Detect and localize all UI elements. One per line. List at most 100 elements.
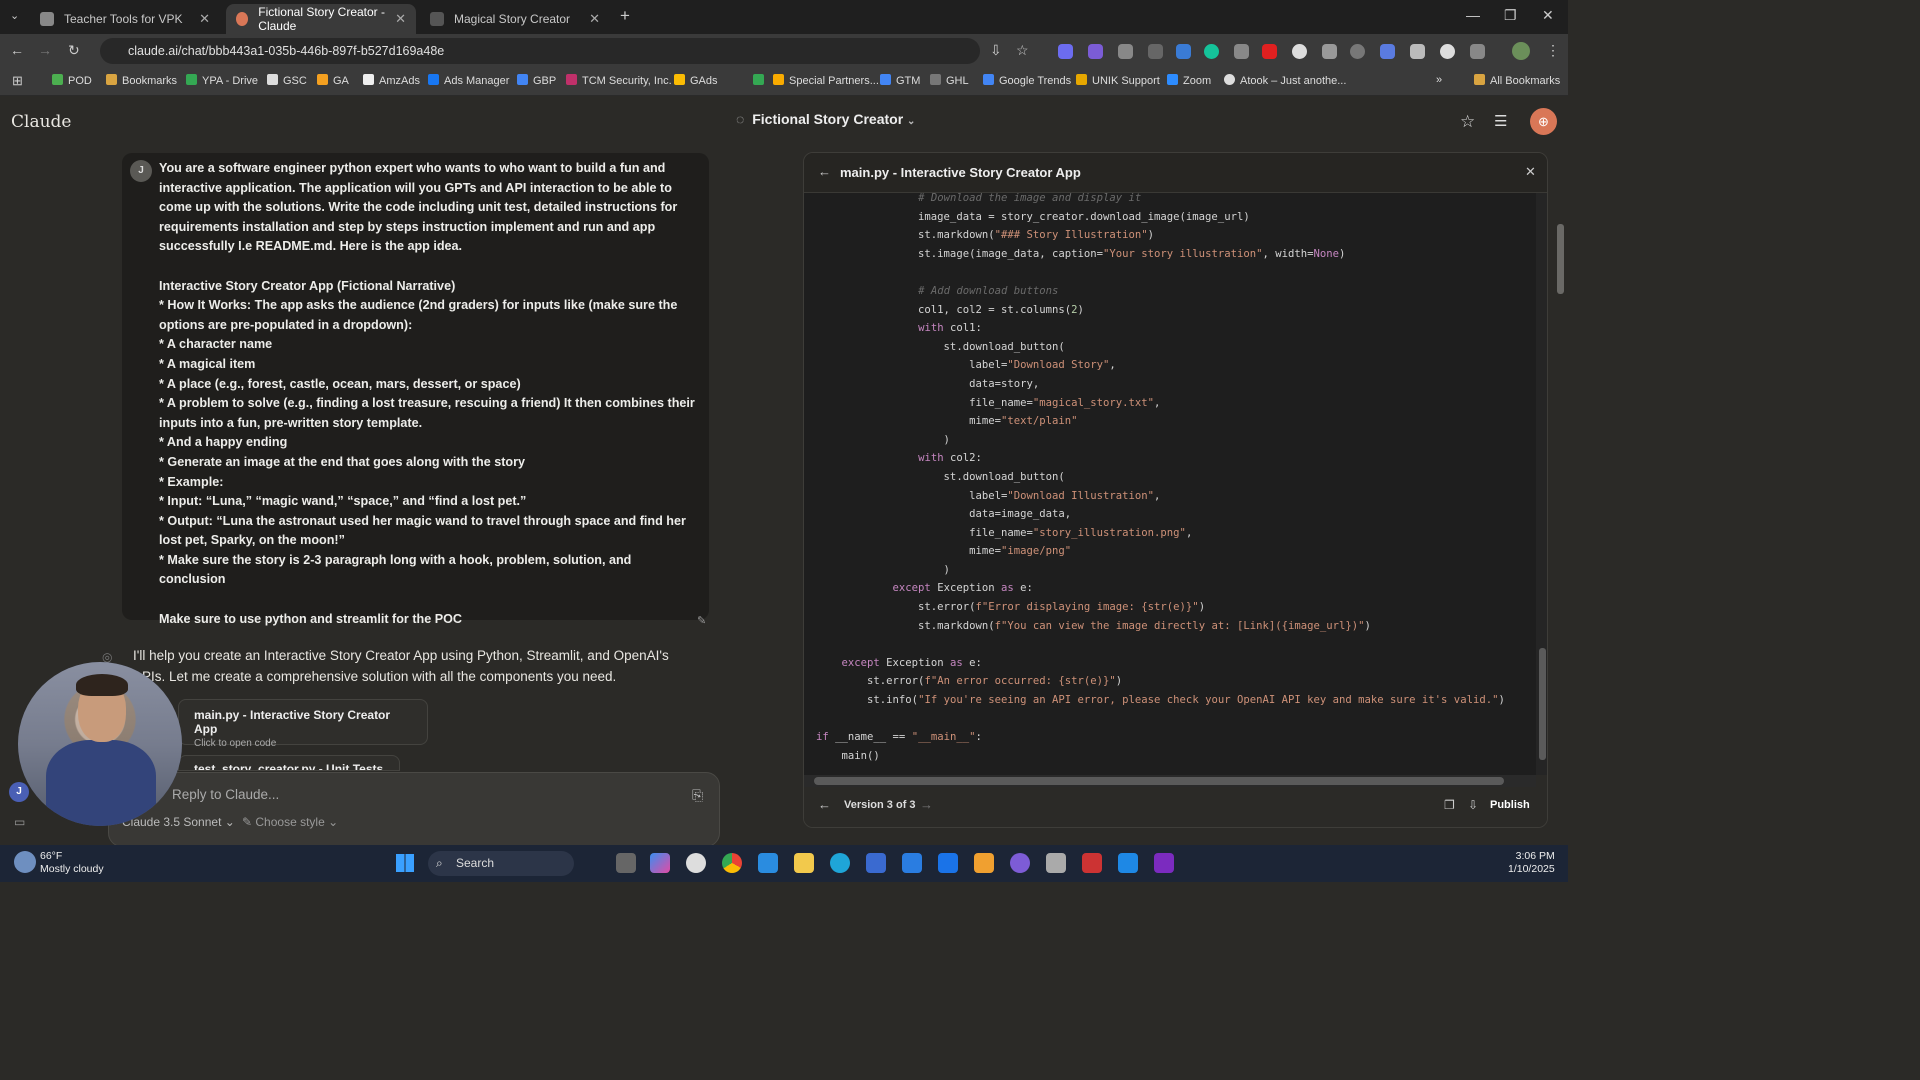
app-icon[interactable] (974, 853, 994, 873)
all-bookmarks[interactable]: All Bookmarks (1474, 74, 1560, 87)
close-tab-icon[interactable]: ✕ (589, 11, 600, 27)
extensions-puzzle-icon[interactable] (1470, 44, 1485, 59)
extension-icon[interactable] (1176, 44, 1191, 59)
bookmark-item[interactable]: Zoom (1167, 74, 1211, 87)
forward-icon[interactable]: → (38, 42, 52, 58)
edit-message-icon[interactable]: ✎ (697, 614, 706, 627)
eyedropper-icon[interactable] (1410, 44, 1425, 59)
bookmark-item[interactable]: GA (317, 74, 349, 87)
extension-icon[interactable] (1292, 44, 1307, 59)
reply-input-placeholder[interactable]: Reply to Claude... (172, 787, 279, 802)
artifact-card-tests[interactable]: test_story_creator.py - Unit Tests (178, 755, 400, 771)
bookmark-item[interactable]: UNIK Support (1076, 74, 1160, 87)
bookmark-item[interactable]: YPA - Drive (186, 74, 258, 87)
install-icon[interactable]: ⇩ (990, 42, 1002, 59)
apps-grid-icon[interactable]: ⊞ (12, 73, 23, 89)
copy-icon[interactable]: ❐ (1444, 798, 1455, 812)
tab-search-icon[interactable]: ⌄ (10, 9, 19, 22)
onenote-icon[interactable] (1154, 853, 1174, 873)
grammarly-icon[interactable] (1204, 44, 1219, 59)
close-tab-icon[interactable]: ✕ (395, 11, 406, 27)
bookmark-item[interactable] (753, 74, 769, 87)
artifact-card-main[interactable]: main.py - Interactive Story Creator App … (178, 699, 428, 749)
reload-icon[interactable]: ↻ (68, 42, 80, 59)
page-scrollbar[interactable] (1554, 194, 1568, 942)
tab-claude[interactable]: Fictional Story Creator - Claude ✕ (226, 4, 416, 34)
weather-icon[interactable] (14, 851, 36, 873)
chrome-icon[interactable] (722, 853, 742, 873)
conversation-title[interactable]: ◌ Fictional Story Creator ⌄ (736, 111, 915, 127)
close-panel-icon[interactable]: ✕ (1525, 164, 1536, 180)
extension-icon[interactable] (1058, 44, 1073, 59)
windows-start-icon[interactable] (396, 854, 414, 872)
bookmark-item[interactable]: GAds (674, 74, 718, 87)
weather-widget[interactable]: 66°F Mostly cloudy (40, 850, 104, 876)
new-chat-icon[interactable]: ⊕ (1530, 108, 1557, 135)
extension-icon[interactable] (1440, 44, 1455, 59)
bookmark-item[interactable]: AmzAds (363, 74, 420, 87)
code-horizontal-scrollbar[interactable] (804, 775, 1536, 787)
next-version-icon[interactable]: → (920, 797, 933, 812)
settings-sliders-icon[interactable]: ☰ (1494, 112, 1507, 130)
extension-icon[interactable] (1234, 44, 1249, 59)
bookmark-item[interactable]: Special Partners... (773, 74, 879, 87)
publish-button[interactable]: Publish (1490, 799, 1530, 811)
file-explorer-icon[interactable] (794, 853, 814, 873)
star-icon[interactable]: ☆ (1016, 42, 1029, 59)
app-icon[interactable] (1118, 853, 1138, 873)
app-icon[interactable] (902, 853, 922, 873)
bookmark-item[interactable]: GBP (517, 74, 556, 87)
style-selector[interactable]: ✎ Choose style ⌄ (242, 815, 338, 829)
profile-avatar[interactable] (1512, 42, 1530, 60)
task-view-icon[interactable] (616, 853, 636, 873)
download-icon[interactable]: ⇩ (1468, 798, 1478, 812)
app-icon[interactable] (1082, 853, 1102, 873)
edge-icon[interactable] (830, 853, 850, 873)
previous-version-icon[interactable]: ← (818, 797, 831, 812)
outlook-icon[interactable] (938, 853, 958, 873)
bookmark-item[interactable]: Ads Manager (428, 74, 509, 87)
sidebar-toggle-icon[interactable]: ▭ (14, 815, 25, 829)
copilot-icon[interactable] (650, 853, 670, 873)
bookmark-item[interactable]: TCM Security, Inc. (566, 74, 672, 87)
code-vertical-scrollbar[interactable] (1536, 193, 1547, 775)
app-icon[interactable] (686, 853, 706, 873)
taskbar-search[interactable]: ⌕ Search (428, 851, 574, 876)
database-icon[interactable] (1046, 853, 1066, 873)
close-tab-icon[interactable]: ✕ (199, 11, 210, 27)
reply-input-box[interactable] (108, 772, 720, 847)
extension-icon[interactable] (1380, 44, 1395, 59)
attach-icon[interactable]: ⎘ (692, 787, 703, 804)
bookmark-item[interactable]: Atook – Just anothe... (1224, 74, 1346, 87)
github-icon[interactable] (1010, 853, 1030, 873)
new-tab-icon[interactable]: + (620, 6, 630, 26)
tab-magical-story[interactable]: Magical Story Creator ✕ (420, 4, 610, 34)
bookmark-item[interactable]: POD (52, 74, 92, 87)
bookmark-item[interactable]: Google Trends (983, 74, 1071, 87)
close-window-icon[interactable]: ✕ (1542, 7, 1554, 24)
star-conversation-icon[interactable]: ☆ (1460, 112, 1475, 132)
bookmark-item[interactable]: Bookmarks (106, 74, 177, 87)
sidebar-user-avatar[interactable]: J (9, 782, 29, 802)
bookmark-item[interactable]: GHL (930, 74, 969, 87)
bookmark-item[interactable]: GSC (267, 74, 307, 87)
url-field[interactable]: claude.ai/chat/bbb443a1-035b-446b-897f-b… (100, 38, 980, 64)
bookmark-item[interactable]: GTM (880, 74, 920, 87)
extension-icon[interactable] (1262, 44, 1277, 59)
extension-icon[interactable] (1148, 44, 1163, 59)
code-viewer[interactable]: # Download the image and display it imag… (804, 193, 1536, 775)
extension-icon[interactable] (1118, 44, 1133, 59)
menu-icon[interactable]: ⋮ (1546, 42, 1560, 59)
store-icon[interactable] (866, 853, 886, 873)
back-arrow-icon[interactable]: ← (818, 164, 831, 179)
back-icon[interactable]: ← (10, 42, 24, 58)
claude-logo[interactable]: Claude (11, 112, 71, 132)
taskbar-clock[interactable]: 3:06 PM 1/10/2025 (1508, 850, 1555, 876)
restore-icon[interactable]: ❐ (1504, 7, 1517, 24)
vscode-icon[interactable] (758, 853, 778, 873)
minimize-icon[interactable]: — (1466, 7, 1480, 23)
extension-icon[interactable] (1088, 44, 1103, 59)
tab-teacher-tools[interactable]: Teacher Tools for VPK ✕ (30, 4, 220, 34)
extension-icon[interactable] (1350, 44, 1365, 59)
extension-icon[interactable] (1322, 44, 1337, 59)
